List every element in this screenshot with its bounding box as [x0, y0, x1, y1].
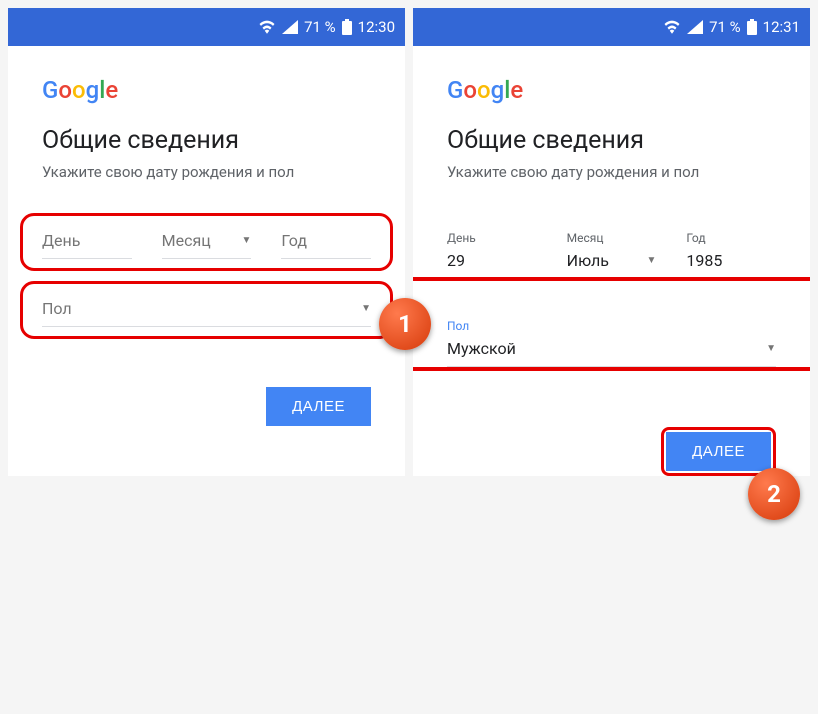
signal-icon	[687, 20, 703, 34]
gender-select[interactable]: Пол Мужской ▼	[447, 319, 776, 367]
google-logo: Google	[447, 76, 776, 104]
next-button[interactable]: ДАЛЕЕ	[666, 432, 771, 471]
chevron-down-icon: ▼	[241, 235, 251, 246]
year-input[interactable]: Год 1985	[686, 231, 776, 279]
battery-percent: 71 %	[304, 18, 336, 36]
year-input[interactable]: Год	[281, 231, 371, 259]
status-bar: 71 % 12:31	[413, 8, 810, 46]
wifi-icon	[258, 20, 276, 34]
chevron-down-icon: ▼	[766, 343, 776, 354]
birthdate-row: День 29 Месяц Июль ▼ Год 1985	[447, 231, 776, 279]
chevron-down-icon: ▼	[361, 303, 371, 314]
birthdate-row: День Месяц ▼ Год	[42, 231, 371, 259]
day-input[interactable]: День 29	[447, 231, 537, 279]
month-select[interactable]: Месяц ▼	[162, 231, 252, 259]
phone-left: 71 % 12:30 Google Общие сведения Укажите…	[8, 8, 405, 476]
battery-icon	[747, 19, 757, 35]
next-button[interactable]: ДАЛЕЕ	[266, 387, 371, 426]
next-button-highlight: ДАЛЕЕ	[661, 427, 776, 476]
day-input[interactable]: День	[42, 231, 132, 259]
battery-icon	[342, 19, 352, 35]
page-subtitle: Укажите свою дату рождения и пол	[42, 163, 371, 181]
clock-text: 12:31	[763, 18, 800, 36]
status-bar: 71 % 12:30	[8, 8, 405, 46]
page-subtitle: Укажите свою дату рождения и пол	[447, 163, 776, 181]
page-title: Общие сведения	[42, 126, 371, 155]
battery-percent: 71 %	[709, 18, 741, 36]
google-logo: Google	[42, 76, 371, 104]
wifi-icon	[663, 20, 681, 34]
gender-select[interactable]: Пол ▼	[42, 299, 371, 327]
page-title: Общие сведения	[447, 126, 776, 155]
month-select[interactable]: Месяц Июль ▼	[567, 231, 657, 279]
signal-icon	[282, 20, 298, 34]
chevron-down-icon: ▼	[646, 255, 656, 266]
phone-right: 71 % 12:31 Google Общие сведения Укажите…	[413, 8, 810, 476]
clock-text: 12:30	[358, 18, 395, 36]
